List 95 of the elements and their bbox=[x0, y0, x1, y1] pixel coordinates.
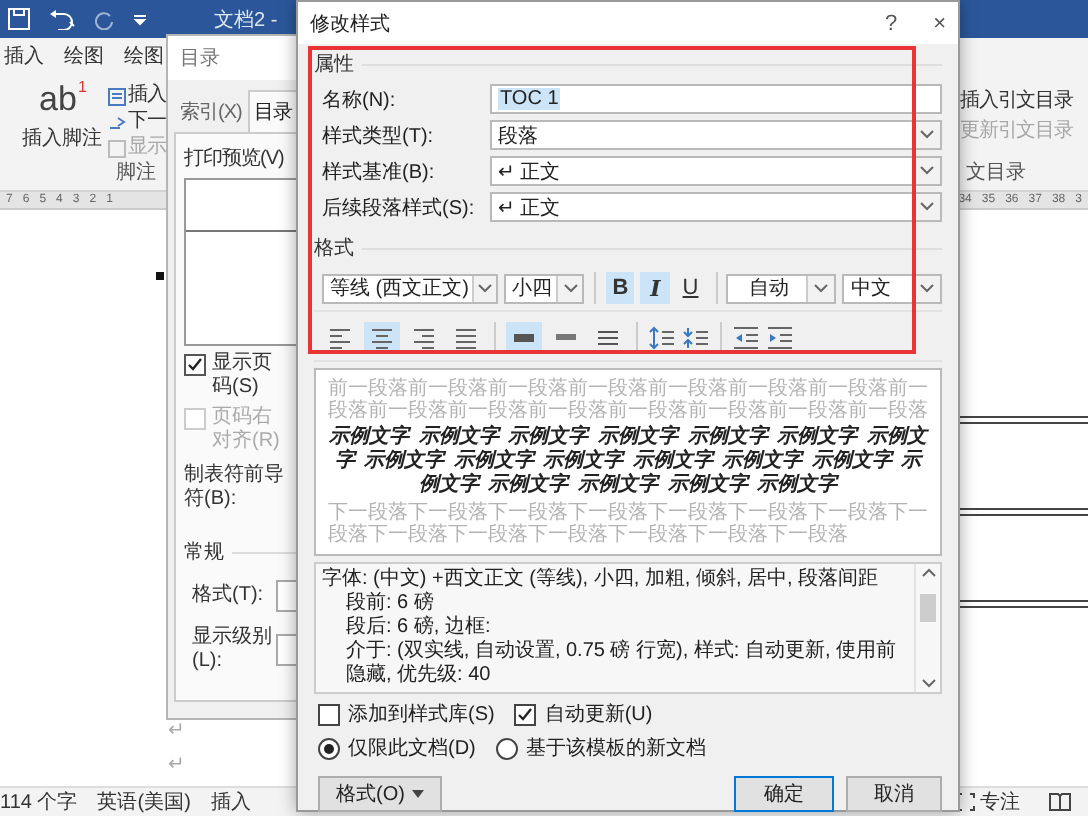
field-label: 格式(T): bbox=[192, 584, 266, 608]
preview-text: 前一段落前一段落前一段落前一段落前一段落前一段落前一段落前一段落前一段落前一段落前一段落前一段落前一段落前一段落前一段落 bbox=[328, 378, 928, 422]
dialog-title: 目录 bbox=[180, 46, 220, 72]
paragraph-mark: ↵ bbox=[168, 752, 185, 780]
field-label: 制表符前导符(B): bbox=[184, 464, 286, 512]
field-label: 显示级别(L): bbox=[192, 626, 272, 674]
chevron-icon bbox=[478, 283, 493, 293]
chevron-icon bbox=[563, 283, 577, 293]
customize-icon[interactable] bbox=[132, 13, 148, 25]
radio-button[interactable] bbox=[318, 737, 340, 759]
radio-option[interactable]: 仅限此文档(D) bbox=[318, 734, 476, 762]
next-note-icon bbox=[108, 113, 126, 131]
dropdown-field[interactable]: 段落 bbox=[490, 120, 942, 150]
align-center-icon[interactable] bbox=[370, 326, 394, 350]
sample-text: 示例文字 示例文字 示例文字 示例文字 示例文字 示例文字 示例文字 示例文字 示例文字 示例文字 示例文字 示例文字 示例文字 示例文字 示例文字 示例文字 示例文字 示例文字 bbox=[328, 426, 928, 498]
scroll-down-icon[interactable] bbox=[921, 678, 935, 688]
align-justify-icon[interactable] bbox=[454, 326, 478, 350]
color-dropdown[interactable]: 自动 bbox=[726, 273, 837, 303]
ok-button[interactable]: 确定 bbox=[734, 776, 834, 812]
field-label: 后续段落样式(S): bbox=[322, 195, 477, 221]
checkbox[interactable] bbox=[318, 703, 340, 725]
radio-button[interactable] bbox=[495, 737, 518, 759]
scroll-thumb[interactable] bbox=[920, 594, 936, 622]
group-label: 脚注 bbox=[116, 162, 156, 188]
field-label: 样式类型(T): bbox=[322, 123, 436, 149]
spacing-increase-icon[interactable] bbox=[648, 326, 676, 350]
status-text: 插入 bbox=[210, 789, 251, 816]
tab[interactable]: 目录 bbox=[247, 90, 298, 132]
ribbon-tab[interactable]: 绘图 bbox=[64, 42, 104, 70]
tab[interactable]: 索引(X) bbox=[174, 90, 248, 132]
read-mode-icon[interactable] bbox=[1048, 792, 1072, 812]
status-text: 114 个字 bbox=[0, 789, 78, 816]
description-text: 介于: (双实线, 自动设置, 0.75 磅 行宽), 样式: 自动更新, 使用前隐藏, 优先级: 40 bbox=[344, 640, 899, 688]
align-left-icon[interactable] bbox=[328, 326, 352, 350]
spacing-decrease-icon[interactable] bbox=[682, 326, 710, 350]
focus-button[interactable]: 专注 bbox=[956, 788, 1020, 816]
checkbox-option[interactable]: 自动更新(U) bbox=[514, 700, 653, 728]
anchor-mark bbox=[156, 272, 164, 280]
dropdown-field[interactable]: ↵ 正文 bbox=[490, 192, 942, 222]
status-text: 英语(美国) bbox=[97, 789, 191, 816]
cancel-button[interactable]: 取消 bbox=[846, 776, 942, 812]
field-label: 样式基准(B): bbox=[322, 159, 437, 185]
ribbon-button[interactable]: 下一 bbox=[108, 110, 166, 134]
language-dropdown[interactable]: 中文 bbox=[842, 273, 942, 303]
scroll-up-icon[interactable] bbox=[921, 568, 935, 578]
description-text: 字体: (中文) +西文正文 (等线), 小四, 加粗, 倾斜, 居中, 段落间距 bbox=[322, 568, 881, 591]
checkbox-option[interactable]: 添加到样式库(S) bbox=[318, 700, 495, 728]
window-title: 文档2 - bbox=[214, 7, 278, 33]
field-label: 名称(N): bbox=[322, 87, 398, 113]
checkbox[interactable] bbox=[514, 703, 537, 725]
ribbon-button[interactable]: 插入 bbox=[108, 84, 166, 108]
underline-button[interactable]: U bbox=[676, 272, 706, 304]
insert-footnote-button[interactable]: $^{1}$ ab 插入脚注 bbox=[20, 78, 104, 160]
section-heading: 属性 bbox=[314, 51, 354, 78]
radio-option[interactable]: 基于该模板的新文档 bbox=[495, 734, 706, 762]
checkbox[interactable] bbox=[184, 354, 206, 376]
footnote-icon: $^{1}$ ab bbox=[39, 80, 85, 120]
chevron-icon bbox=[920, 202, 934, 212]
section-heading: 格式 bbox=[314, 235, 354, 262]
preview-text: 下一段落下一段落下一段落下一段落下一段落下一段落下一段落下一段落下一段落下一段落下一段落下一段落下一段落下一段落 bbox=[328, 502, 928, 546]
format-button[interactable]: 格式(O) bbox=[318, 776, 443, 812]
dropdown-field[interactable]: ↵ 正文 bbox=[490, 156, 942, 186]
focus-icon bbox=[956, 792, 976, 812]
chevron-icon bbox=[920, 166, 934, 176]
dialog-title: 修改样式 bbox=[310, 11, 392, 37]
caret-icon bbox=[412, 790, 425, 798]
italic-button[interactable]: I bbox=[640, 272, 670, 304]
ribbon-tab[interactable]: 插入 bbox=[4, 42, 44, 70]
help-button[interactable]: ? bbox=[884, 11, 898, 35]
ribbon-tab[interactable]: 绘图 bbox=[124, 42, 164, 70]
notes-icon bbox=[108, 139, 126, 157]
chevron-icon bbox=[920, 283, 934, 293]
bold-button[interactable]: B bbox=[605, 272, 635, 304]
close-button[interactable]: × bbox=[933, 11, 946, 35]
line-spacing-icon[interactable] bbox=[596, 326, 620, 350]
undo-icon[interactable] bbox=[48, 9, 76, 29]
save-icon[interactable] bbox=[8, 8, 30, 30]
align-right-icon[interactable] bbox=[412, 326, 436, 350]
ribbon-button[interactable]: 插入引文目录 bbox=[960, 90, 1088, 114]
chevron-icon bbox=[920, 130, 934, 140]
indent-increase-icon[interactable] bbox=[766, 326, 794, 350]
field-label: 打印预览(V) bbox=[184, 145, 284, 172]
indent-decrease-icon[interactable] bbox=[732, 326, 760, 350]
checkbox-option[interactable]: 显示页码(S) bbox=[184, 352, 288, 400]
font-dropdown[interactable]: 等线 (西文正文) bbox=[322, 273, 498, 303]
section-heading: 常规 bbox=[184, 539, 224, 566]
size-dropdown[interactable]: 小四 bbox=[504, 273, 584, 303]
group-label: 文目录 bbox=[966, 162, 1026, 188]
description-text: 段前: 6 磅 bbox=[344, 592, 436, 615]
name-field[interactable]: TOC 1 bbox=[490, 84, 942, 114]
chevron-icon bbox=[814, 283, 829, 293]
description-text: 段后: 6 磅, 边框: bbox=[344, 616, 493, 639]
endnote-icon bbox=[108, 87, 126, 105]
redo-icon[interactable] bbox=[94, 9, 114, 29]
paragraph-mark: ↵ bbox=[168, 718, 185, 746]
